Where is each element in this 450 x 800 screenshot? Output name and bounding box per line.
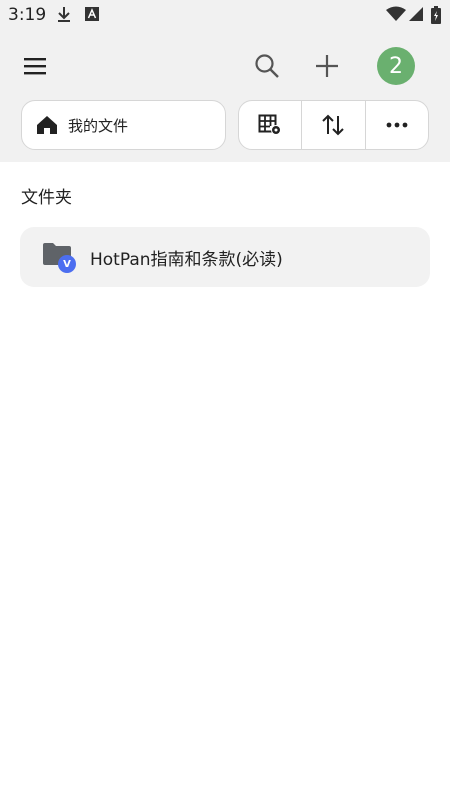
section-title: 文件夹: [21, 188, 72, 208]
breadcrumb[interactable]: 我的文件: [21, 100, 226, 150]
battery-icon: [431, 6, 441, 28]
app-bar: 2 我的文件: [0, 30, 450, 162]
more-button[interactable]: [364, 101, 428, 149]
search-icon: [255, 54, 279, 78]
grid-settings-icon: [258, 114, 282, 135]
search-button[interactable]: [246, 45, 288, 87]
signal-icon: [409, 6, 423, 26]
view-toolbar: [238, 100, 429, 150]
app-notification-icon: [85, 6, 99, 26]
plus-icon: [316, 55, 338, 77]
view-settings-button[interactable]: [239, 101, 301, 149]
sort-icon: [322, 114, 345, 136]
menu-button[interactable]: [14, 46, 56, 86]
home-icon: [36, 115, 58, 135]
status-time: 3:19: [8, 5, 47, 25]
download-icon: [56, 6, 72, 28]
breadcrumb-label: 我的文件: [68, 116, 129, 135]
sort-button[interactable]: [301, 101, 364, 149]
wifi-icon: [386, 6, 406, 26]
folder-icon: V: [42, 242, 78, 273]
status-bar: 3:19: [0, 0, 450, 30]
folder-item[interactable]: V HotPan指南和条款(必读): [20, 227, 430, 287]
menu-icon: [24, 58, 46, 75]
folder-name: HotPan指南和条款(必读): [90, 249, 283, 270]
folder-badge: V: [58, 255, 76, 273]
add-button[interactable]: [306, 45, 348, 87]
avatar[interactable]: 2: [377, 47, 415, 85]
more-icon: [386, 122, 408, 128]
